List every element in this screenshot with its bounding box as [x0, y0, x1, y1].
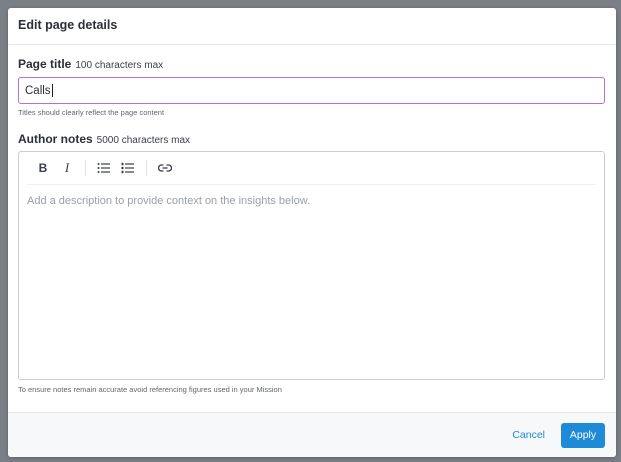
numbered-list-button[interactable]	[118, 158, 138, 178]
author-notes-placeholder: Add a description to provide context on …	[27, 195, 311, 207]
edit-page-details-modal: Edit page details Page title 100 charact…	[8, 8, 616, 457]
toolbar-divider	[146, 160, 147, 176]
numbered-list-icon	[121, 162, 134, 174]
modal-footer: Cancel Apply	[8, 412, 616, 457]
author-notes-textarea[interactable]: Add a description to provide context on …	[19, 185, 604, 217]
page-title-label-row: Page title 100 characters max	[18, 57, 606, 71]
author-notes-limit: 5000 characters max	[96, 135, 191, 146]
page-title-input[interactable]: Calls	[18, 77, 605, 104]
author-notes-label: Author notes	[18, 132, 93, 146]
bullet-list-button[interactable]	[94, 158, 114, 178]
link-icon	[158, 164, 172, 172]
page-title-helper: Titles should clearly reflect the page c…	[18, 108, 165, 117]
bold-button[interactable]: B	[33, 158, 53, 178]
italic-button[interactable]: I	[57, 158, 77, 178]
author-notes-label-row: Author notes 5000 characters max	[18, 132, 606, 146]
editor-toolbar: B I	[27, 152, 596, 185]
modal-body: Page title 100 characters max Calls Titl…	[8, 45, 616, 394]
modal-title: Edit page details	[18, 18, 118, 32]
apply-button[interactable]: Apply	[561, 422, 605, 448]
author-notes-editor: B I Add a description to provide context…	[18, 151, 605, 380]
text-caret	[51, 84, 53, 97]
author-notes-helper: To ensure notes remain accurate avoid re…	[18, 385, 282, 394]
page-title-limit: 100 characters max	[75, 60, 164, 71]
bullet-list-icon	[97, 163, 110, 173]
page-title-value: Calls	[25, 84, 51, 97]
modal-header: Edit page details	[8, 8, 616, 45]
cancel-button[interactable]: Cancel	[512, 429, 545, 441]
toolbar-divider	[85, 160, 86, 176]
link-button[interactable]	[155, 158, 175, 178]
page-title-label: Page title	[18, 57, 72, 71]
